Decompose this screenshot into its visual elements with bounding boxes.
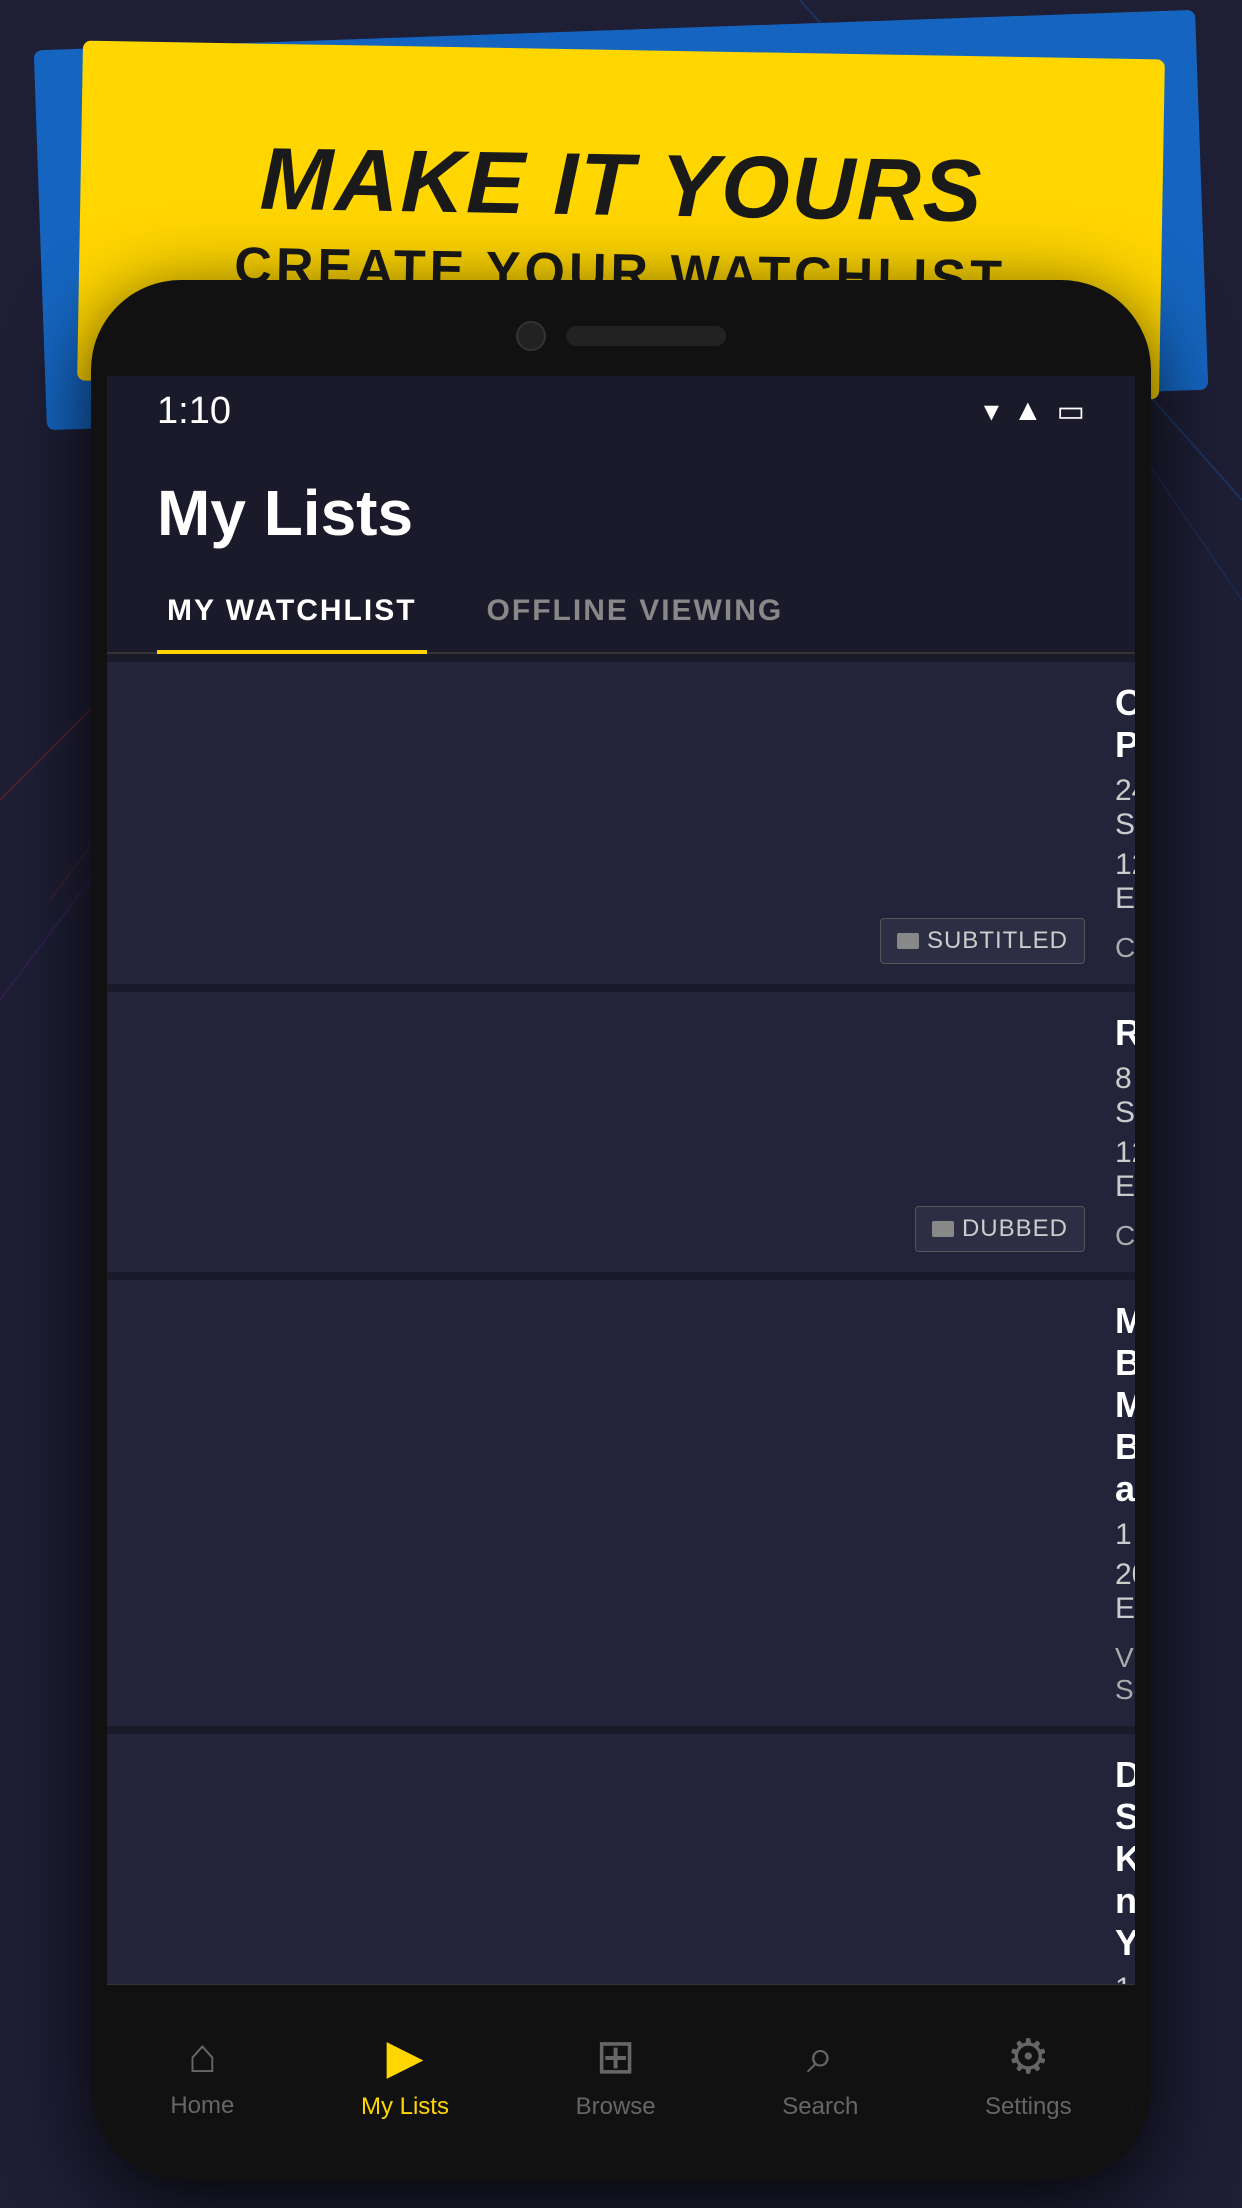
item-provider: VRV Select [1115, 1642, 1135, 1706]
item-title: Demon Slayer: Kimetsu no Yaiba [1115, 1754, 1135, 1964]
nav-label-my-lists: My Lists [361, 2093, 449, 2121]
nav-label-browse: Browse [576, 2093, 656, 2121]
nav-label-home: Home [170, 2092, 234, 2120]
home-icon: ⌂ [188, 2029, 217, 2084]
list-item[interactable]: One Piece 24 Seasons 1205 Episodes Crunc… [107, 662, 1135, 984]
tabs-container: MY WATCHLIST OFFLINE VIEWING [107, 570, 1135, 654]
battery-icon: ▭ [1057, 394, 1085, 429]
phone-camera [516, 321, 546, 351]
list-item[interactable]: ONLY ON VRV My Brother, My Brother and M… [107, 1280, 1135, 1726]
phone-device: 1:10 ▾ ▲ ▭ My Lists MY WATCHLIST OFFLINE… [91, 280, 1151, 2180]
item-title: My Brother, My Brother and Me [1115, 1300, 1135, 1510]
browse-icon: ⊞ [596, 2029, 636, 2085]
watchlist-container[interactable]: One Piece 24 Seasons 1205 Episodes Crunc… [107, 654, 1135, 2142]
status-icons: ▾ ▲ ▭ [984, 394, 1085, 429]
nav-item-my-lists[interactable]: ▶ My Lists [361, 2029, 449, 2121]
signal-icon: ▲ [1013, 394, 1043, 428]
item-title: One Piece [1115, 682, 1135, 766]
nav-item-home[interactable]: ⌂ Home [170, 2029, 234, 2120]
nav-label-search: Search [782, 2093, 858, 2121]
phone-inner: 1:10 ▾ ▲ ▭ My Lists MY WATCHLIST OFFLINE… [107, 296, 1135, 2164]
promo-title: MAKE IT YOURS [259, 130, 984, 239]
item-seasons: 24 Seasons [1115, 774, 1135, 842]
item-provider: Crunchyroll [1115, 1220, 1135, 1252]
settings-icon: ⚙ [1007, 2029, 1050, 2085]
one-piece-info: One Piece 24 Seasons 1205 Episodes Crunc… [1115, 682, 1135, 964]
mbmbam-info: My Brother, My Brother and Me 1 Season 2… [1115, 1300, 1135, 1706]
item-episodes: 1205 Episodes [1115, 848, 1135, 916]
search-icon: ⌕ [807, 2029, 834, 2085]
wifi-icon: ▾ [984, 394, 999, 429]
app-header: My Lists [107, 446, 1135, 560]
screen-content: 1:10 ▾ ▲ ▭ My Lists MY WATCHLIST OFFLINE… [107, 376, 1135, 2164]
list-item[interactable]: RWBY 8 Seasons 120 Episodes Crunchyroll … [107, 992, 1135, 1272]
item-episodes: 120 Episodes [1115, 1136, 1135, 1204]
subtitle-icon [932, 1221, 954, 1237]
subtitled-badge: SUBTITLED [880, 918, 1085, 964]
nav-label-settings: Settings [985, 2093, 1072, 2121]
item-seasons: 8 Seasons [1115, 1062, 1135, 1130]
item-seasons: 1 Season [1115, 1518, 1135, 1552]
item-provider: Crunchyroll [1115, 932, 1135, 964]
item-title: RWBY [1115, 1012, 1135, 1054]
nav-item-search[interactable]: ⌕ Search [782, 2029, 858, 2121]
my-lists-icon: ▶ [387, 2029, 424, 2085]
tab-offline-viewing[interactable]: OFFLINE VIEWING [477, 570, 794, 652]
status-time: 1:10 [157, 390, 231, 433]
nav-item-settings[interactable]: ⚙ Settings [985, 2029, 1072, 2121]
phone-top-bar [107, 296, 1135, 376]
dubbed-badge: DUBBED [915, 1206, 1085, 1252]
nav-item-browse[interactable]: ⊞ Browse [576, 2029, 656, 2121]
phone-speaker [566, 326, 726, 346]
subtitle-icon [897, 933, 919, 949]
bottom-nav: ⌂ Home ▶ My Lists ⊞ Browse ⌕ Search ⚙ [107, 1984, 1135, 2164]
item-episodes: 20 Episodes [1115, 1558, 1135, 1626]
page-title: My Lists [157, 476, 1085, 550]
rwby-info: RWBY 8 Seasons 120 Episodes Crunchyroll [1115, 1012, 1135, 1252]
status-bar: 1:10 ▾ ▲ ▭ [107, 376, 1135, 446]
tab-my-watchlist[interactable]: MY WATCHLIST [157, 570, 427, 652]
